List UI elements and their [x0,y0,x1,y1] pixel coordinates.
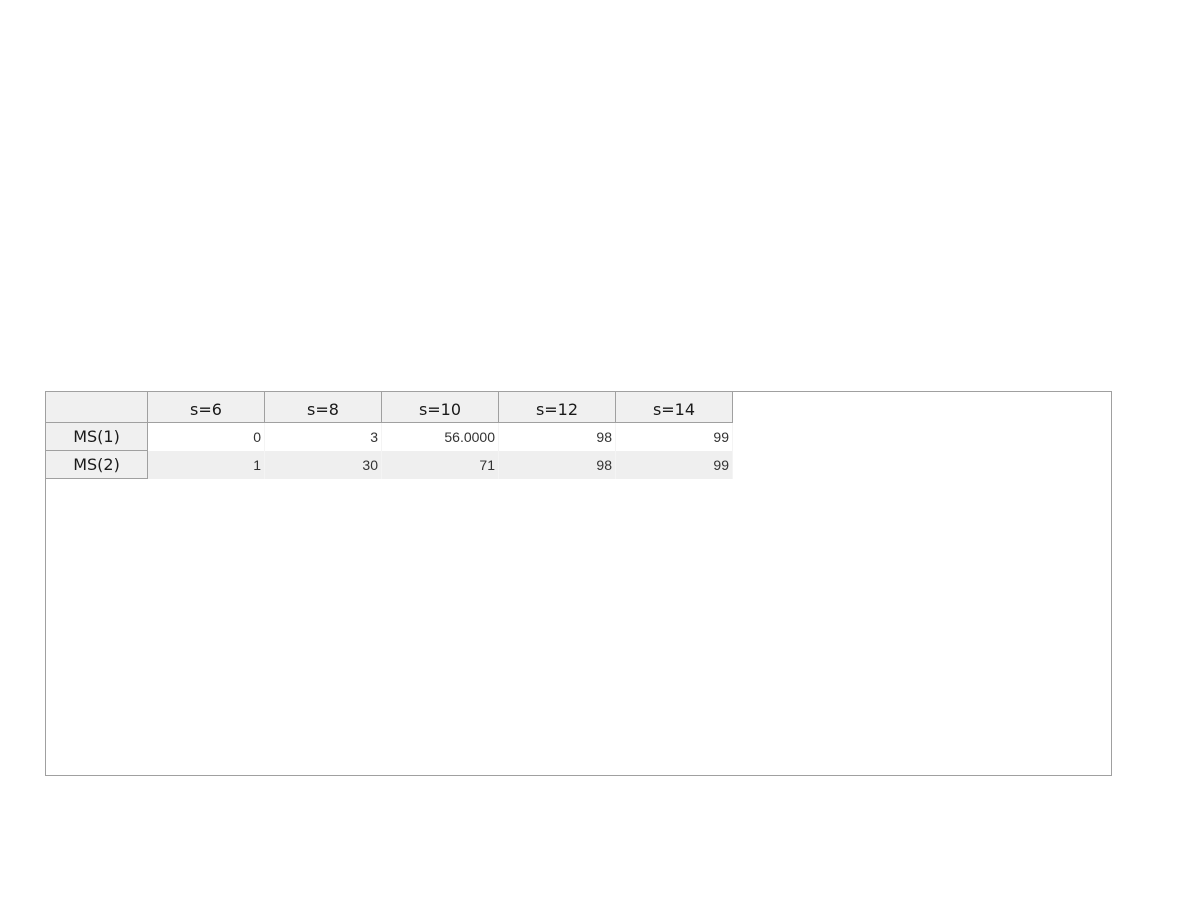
table-cell[interactable]: 98 [499,423,616,451]
table-cell[interactable]: 56.0000 [382,423,499,451]
table-cell[interactable]: 3 [265,423,382,451]
table-cell[interactable]: 0 [148,423,265,451]
table-cell[interactable]: 71 [382,451,499,479]
row-header-ms2[interactable]: MS(2) [46,451,148,479]
column-header-s8[interactable]: s=8 [265,392,382,423]
row-header-ms1[interactable]: MS(1) [46,423,148,451]
column-header-s12[interactable]: s=12 [499,392,616,423]
table-cell[interactable]: 1 [148,451,265,479]
table-cell[interactable]: 99 [616,423,733,451]
uitable[interactable]: s=6 s=8 s=10 s=12 s=14 MS(1) 0 3 56.0000… [45,391,1112,776]
table-row: MS(1) 0 3 56.0000 98 99 [46,423,733,451]
column-header-s10[interactable]: s=10 [382,392,499,423]
column-header-s6[interactable]: s=6 [148,392,265,423]
column-header-row: s=6 s=8 s=10 s=12 s=14 [46,392,733,423]
table-row: MS(2) 1 30 71 98 99 [46,451,733,479]
table-cell[interactable]: 99 [616,451,733,479]
table-cell[interactable]: 98 [499,451,616,479]
column-header-s14[interactable]: s=14 [616,392,733,423]
table-corner-cell [46,392,148,423]
table-cell[interactable]: 30 [265,451,382,479]
